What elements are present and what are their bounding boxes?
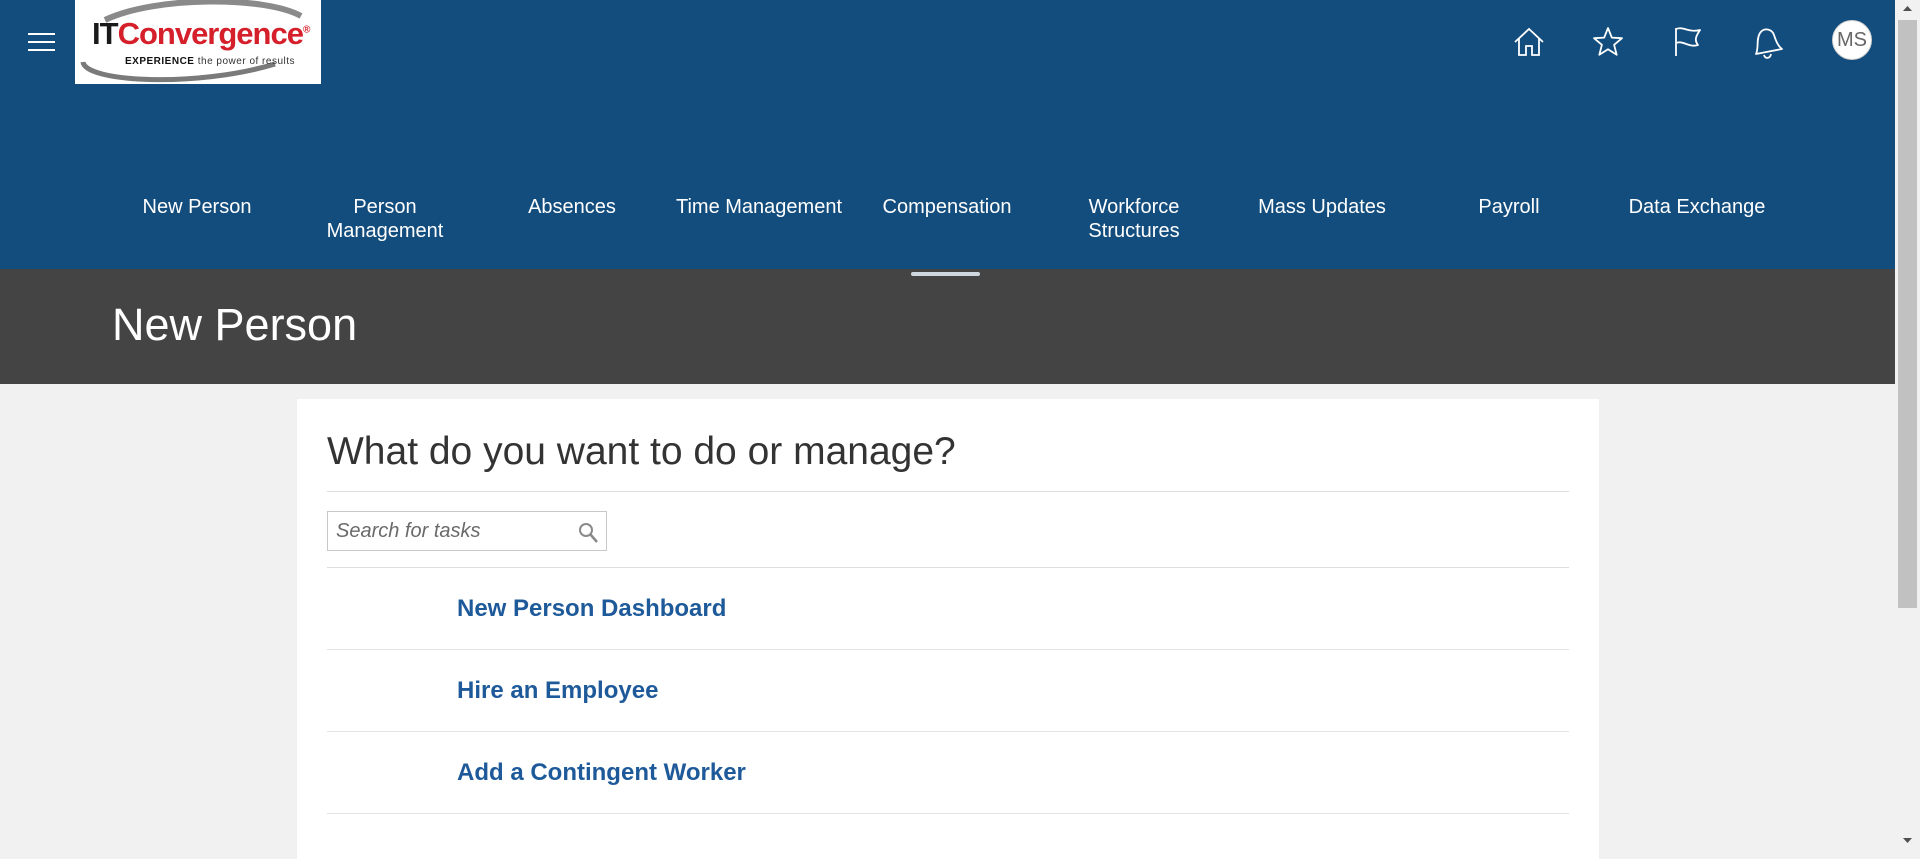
scroll-down-arrow-icon[interactable] [1895,832,1920,849]
nav-item-payroll[interactable]: Payroll [1419,195,1599,219]
logo-tagline: EXPERIENCE the power of results [125,56,295,67]
page-title: New Person [112,299,358,350]
heading-divider [327,491,1569,492]
nav-item-compensation[interactable]: Compensation [857,195,1037,219]
nav-item-absences[interactable]: Absences [482,195,662,219]
logo-tagline-rest: the power of results [194,56,296,67]
tasks-panel: What do you want to do or manage? New Pe… [297,399,1599,859]
global-header: ITConvergence® EXPERIENCE the power of r… [0,0,1895,269]
scroll-up-arrow-icon[interactable] [1895,0,1920,17]
nav-selection-indicator [911,272,980,276]
task-row: Add a Contingent Worker [327,732,1569,814]
logo-text-convergence: Convergence [117,16,304,51]
nav-item-data-exchange[interactable]: Data Exchange [1607,195,1787,219]
task-row: Hire an Employee [327,650,1569,732]
scrollbar-thumb[interactable] [1898,20,1917,608]
menu-icon[interactable] [26,30,58,54]
star-icon[interactable] [1590,22,1626,62]
task-link-hire-an-employee[interactable]: Hire an Employee [457,677,658,704]
nav-item-new-person[interactable]: New Person [107,195,287,219]
task-link-new-person-dashboard[interactable]: New Person Dashboard [457,595,726,622]
task-link-add-contingent-worker[interactable]: Add a Contingent Worker [457,759,746,786]
nav-item-workforce-structures[interactable]: Workforce Structures [1044,195,1224,243]
flag-icon[interactable] [1669,22,1705,62]
logo-wordmark: ITConvergence® [92,16,310,51]
task-search-input[interactable] [328,512,576,550]
logo-registered: ® [302,24,310,36]
task-search-box [327,511,607,551]
page-scrollbar[interactable] [1895,0,1920,849]
nav-item-time-management[interactable]: Time Management [669,195,849,219]
user-avatar[interactable]: MS [1832,20,1872,60]
home-icon[interactable] [1511,22,1547,62]
company-logo[interactable]: ITConvergence® EXPERIENCE the power of r… [75,0,321,84]
logo-text-it: IT [92,16,119,51]
nav-item-mass-updates[interactable]: Mass Updates [1232,195,1412,219]
bell-icon[interactable] [1748,22,1784,62]
task-row: New Person Dashboard [327,568,1569,650]
nav-item-person-management[interactable]: Person Management [295,195,475,243]
tasks-heading: What do you want to do or manage? [327,430,956,473]
logo-tagline-bold: EXPERIENCE [125,56,195,67]
search-icon[interactable] [577,521,601,545]
